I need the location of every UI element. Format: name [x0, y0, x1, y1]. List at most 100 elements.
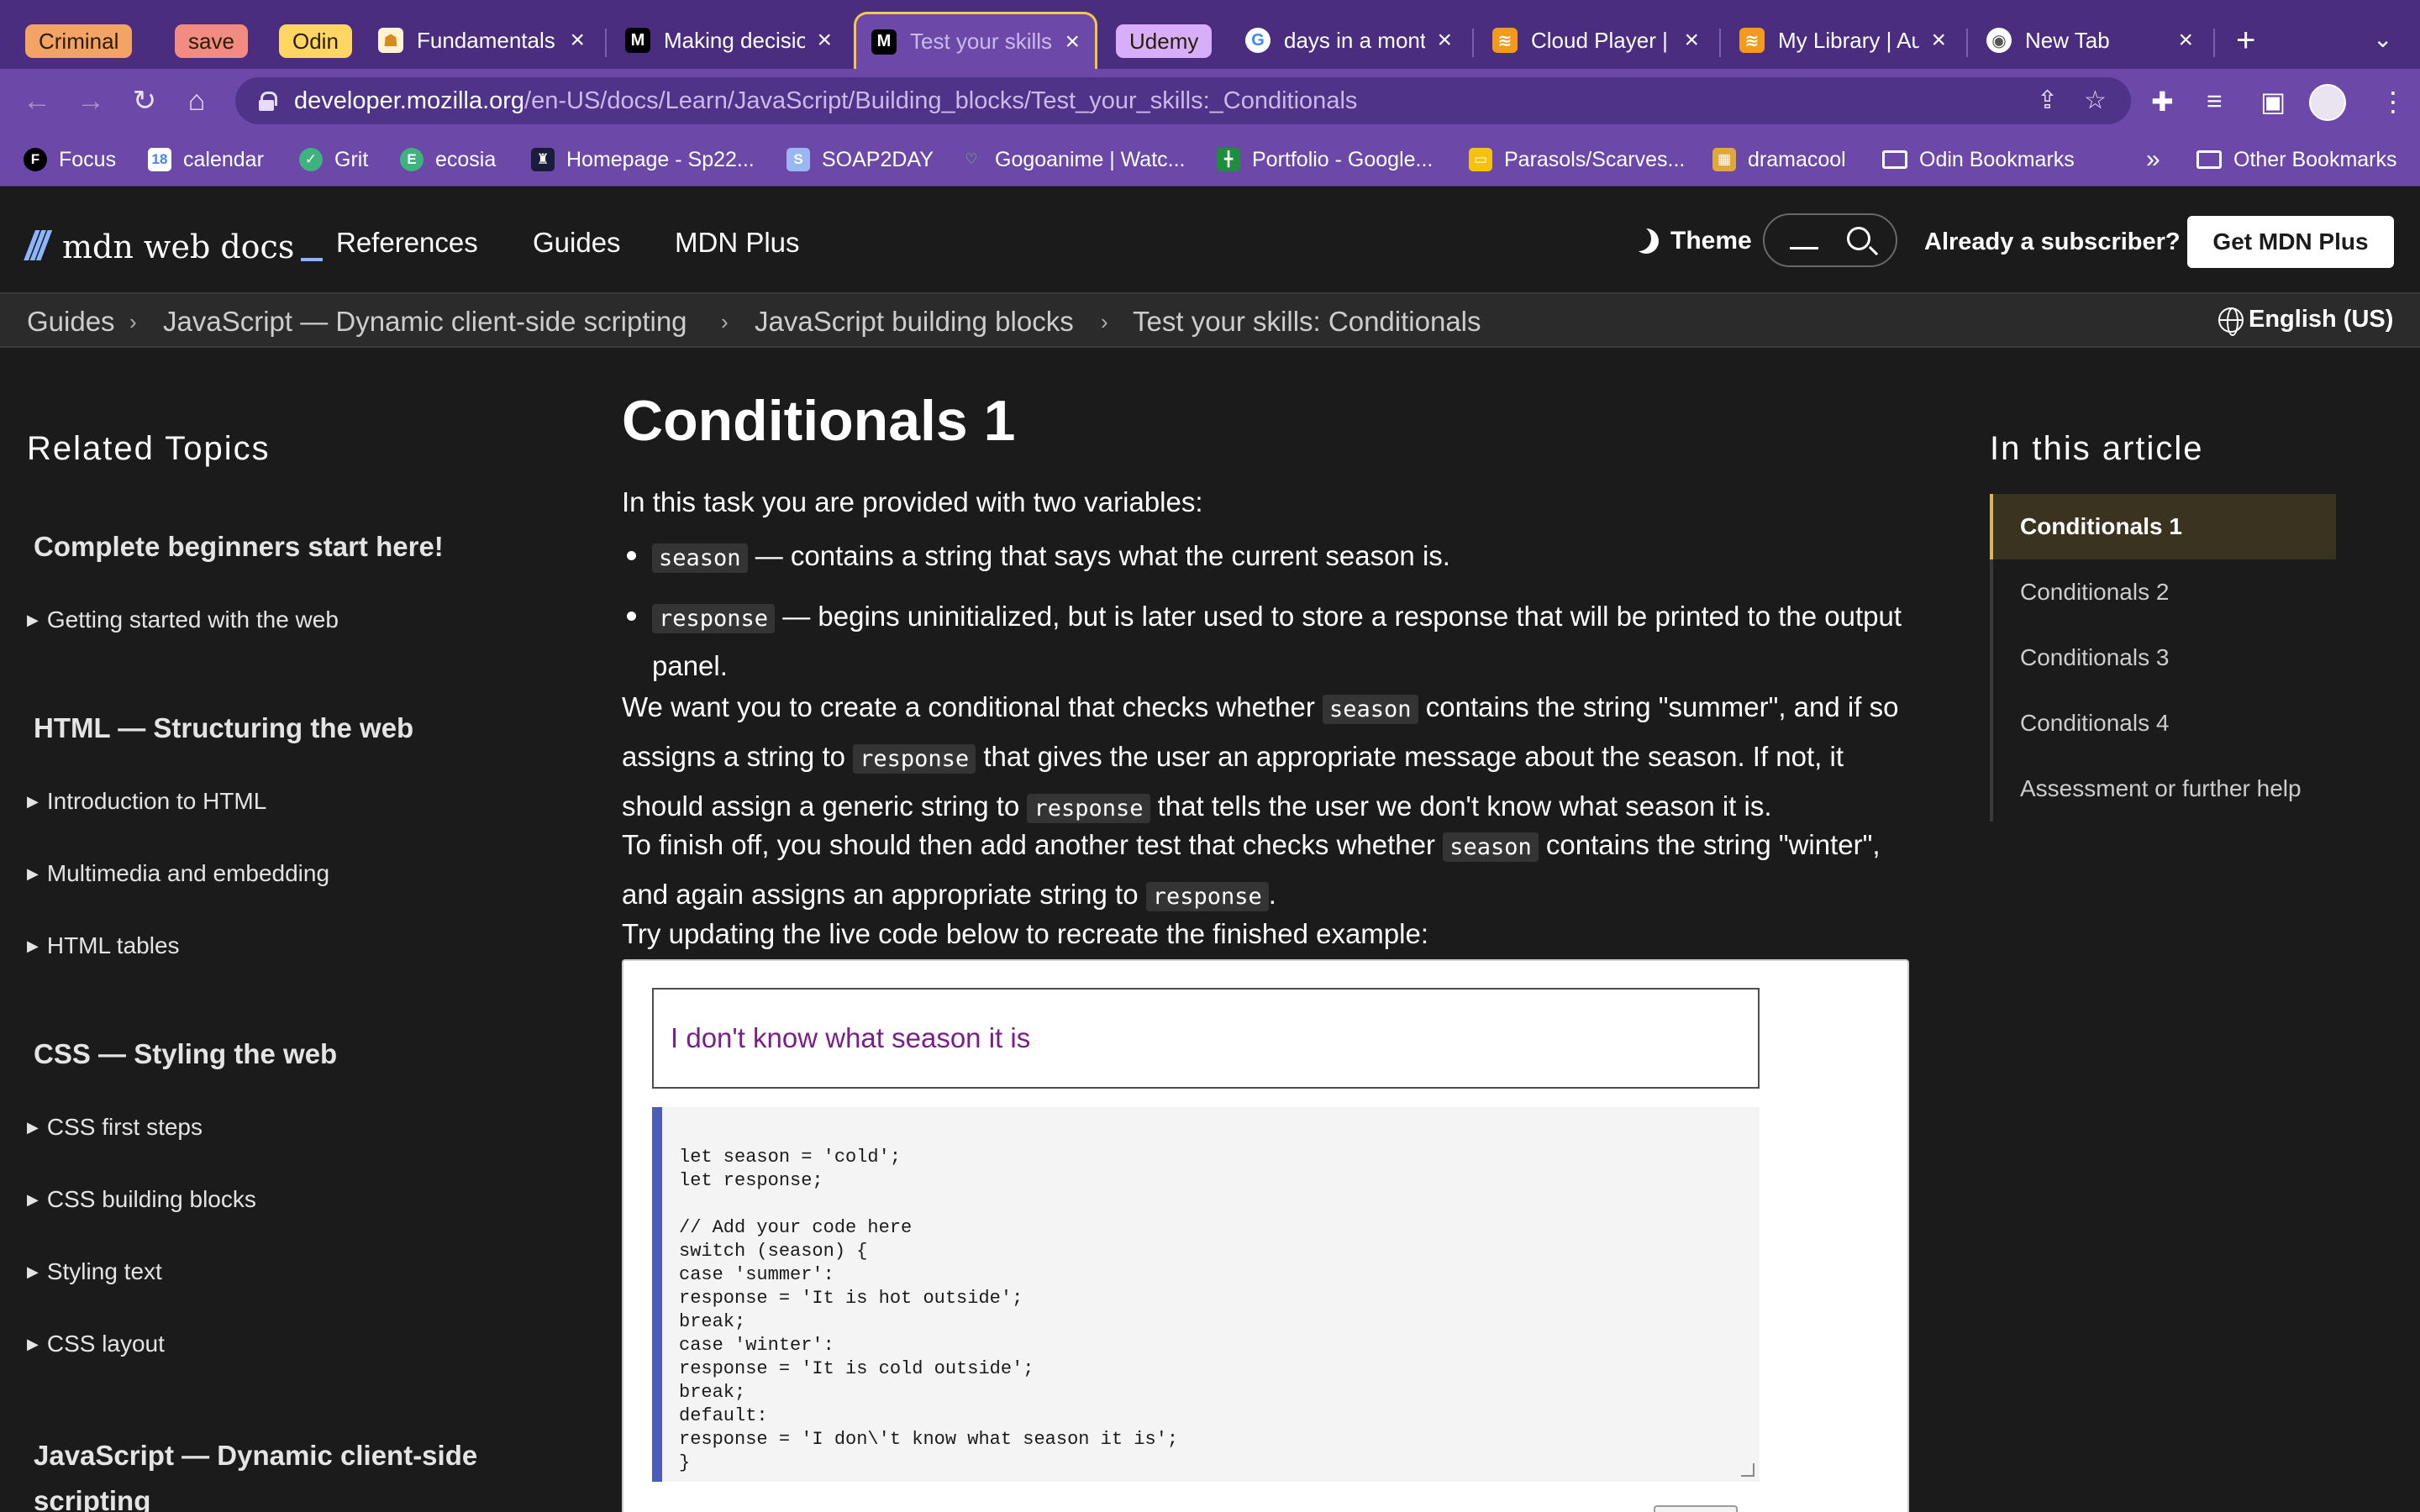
code-editor[interactable]: let season = 'cold'; let response; // Ad…: [652, 1107, 1760, 1482]
bookmark-gogoanime[interactable]: ♡ Gogoanime | Watc...: [960, 144, 1185, 175]
ecosia-icon: E: [400, 148, 424, 171]
tab-new-tab[interactable]: ◉ New Tab ×: [1971, 12, 2208, 69]
extensions-puzzle-icon[interactable]: ✚: [2151, 86, 2174, 118]
chevron-right-icon: ›: [721, 309, 729, 334]
inline-code: response: [1027, 794, 1150, 823]
bookmark-ecosia[interactable]: Eecosia: [400, 144, 496, 175]
nav-mdn-plus[interactable]: MDN Plus: [675, 227, 800, 259]
side-panel-icon[interactable]: ▣: [2260, 86, 2286, 118]
tab-group-criminal[interactable]: Criminal: [25, 24, 133, 58]
chevron-right-icon: ›: [1101, 309, 1108, 334]
reset-button[interactable]: [1654, 1505, 1738, 1512]
tab-my-library[interactable]: ≋ My Library | Au ×: [1724, 12, 1961, 69]
breadcrumb-guides[interactable]: Guides: [27, 306, 115, 338]
toc-item-conditionals-4[interactable]: Conditionals 4: [1993, 690, 2336, 756]
sidebar-item-label: Multimedia and embedding: [46, 860, 330, 886]
folder-icon: [1882, 150, 1907, 169]
breadcrumb-building-blocks[interactable]: JavaScript building blocks: [755, 306, 1074, 338]
sidebar-item[interactable]: ▶ CSS building blocks: [27, 1186, 256, 1213]
code-textarea[interactable]: let season = 'cold'; let response; // Ad…: [679, 1146, 1743, 1475]
google-icon: G: [1245, 28, 1270, 53]
breadcrumb-current[interactable]: Test your skills: Conditionals: [1133, 306, 1481, 338]
site-search[interactable]: [1763, 213, 1897, 267]
task-paragraph-2: To finish off, you should then add anoth…: [622, 822, 1916, 921]
tab-fundamentals[interactable]: ☗ Fundamentals ×: [363, 12, 600, 69]
sidebar-item[interactable]: ▶ CSS layout: [27, 1331, 165, 1357]
close-icon[interactable]: ×: [570, 26, 585, 55]
language-switcher[interactable]: English (US): [2218, 306, 2393, 336]
toc-item-conditionals-3[interactable]: Conditionals 3: [1993, 625, 2336, 690]
bookmark-calendar[interactable]: 18 calendar: [148, 144, 264, 175]
bookmark-folder-odin[interactable]: Odin Bookmarks: [1882, 144, 2075, 175]
address-bar[interactable]: developer.mozilla.org/en-US/docs/Learn/J…: [235, 77, 2131, 124]
tab-group-udemy[interactable]: Udemy: [1116, 24, 1213, 58]
tab-making-decisions[interactable]: M Making decisio ×: [610, 12, 847, 69]
sidebar-item-label: Styling text: [46, 1258, 162, 1284]
audible-icon: ≋: [1739, 28, 1765, 53]
tab-search-chevron-icon[interactable]: ⌄: [2373, 25, 2392, 53]
other-bookmarks[interactable]: Other Bookmarks: [2196, 144, 2397, 175]
back-arrow-icon[interactable]: ←: [18, 82, 55, 119]
close-icon[interactable]: ×: [1065, 28, 1080, 56]
bookmark-homepage[interactable]: ♜ Homepage - Sp22...: [531, 144, 755, 175]
close-icon[interactable]: ×: [1684, 26, 1699, 55]
text-run: To finish off, you should then add anoth…: [622, 829, 1444, 860]
tab-group-odin[interactable]: Odin: [279, 24, 352, 58]
tab-test-your-skills[interactable]: M Test your skills ×: [854, 12, 1097, 69]
bookmark-parasols[interactable]: ▭ Parasols/Scarves...: [1469, 144, 1685, 175]
sidebar-section-heading[interactable]: CSS — Styling the web: [34, 1032, 337, 1077]
toc-item-conditionals-2[interactable]: Conditionals 2: [1993, 559, 2336, 625]
bookmark-star-icon[interactable]: ☆: [2084, 86, 2107, 115]
gogoanime-icon: ♡: [965, 151, 978, 167]
bookmarks-overflow-chevron[interactable]: »: [2146, 144, 2160, 175]
resize-handle-icon[interactable]: [1741, 1463, 1754, 1477]
profile-avatar[interactable]: [2309, 84, 2346, 121]
home-icon[interactable]: ⌂: [178, 82, 215, 119]
close-icon[interactable]: ×: [817, 26, 832, 55]
sidebar-section-heading[interactable]: Complete beginners start here!: [34, 524, 444, 570]
theme-switcher[interactable]: Theme: [1634, 227, 1752, 255]
sidebar-item[interactable]: ▶ Introduction to HTML: [27, 788, 266, 815]
media-queue-icon[interactable]: ≡: [2207, 86, 2223, 117]
text-run: .: [1268, 879, 1276, 910]
nav-guides[interactable]: Guides: [533, 227, 621, 259]
forward-arrow-icon[interactable]: →: [72, 82, 109, 119]
breadcrumb-javascript[interactable]: JavaScript — Dynamic client-side scripti…: [163, 306, 687, 338]
sidebar-item[interactable]: ▶ Multimedia and embedding: [27, 860, 329, 887]
bookmark-soap2day[interactable]: S SOAP2DAY: [786, 144, 934, 175]
table-of-contents: Conditionals 1 Conditionals 2 Conditiona…: [1990, 494, 2336, 822]
tab-title: Fundamentals: [417, 27, 555, 53]
toc-item-conditionals-1[interactable]: Conditionals 1: [1990, 494, 2336, 559]
sidebar-section-heading[interactable]: JavaScript — Dynamic client-side scripti…: [34, 1433, 538, 1512]
bookmark-focus[interactable]: F Focus: [24, 144, 116, 175]
nav-references[interactable]: References: [336, 227, 478, 259]
lock-icon[interactable]: [259, 92, 277, 111]
search-icon[interactable]: [1847, 227, 1870, 250]
close-icon[interactable]: ×: [1437, 26, 1452, 55]
bookmark-label: Parasols/Scarves...: [1504, 147, 1686, 171]
close-icon[interactable]: ×: [2178, 26, 2193, 55]
disclosure-triangle-icon: ▶: [27, 611, 39, 628]
toc-item-assessment[interactable]: Assessment or further help: [1993, 756, 2336, 822]
related-topics-sidebar: Related Topics Complete beginners start …: [0, 349, 588, 1512]
new-tab-plus-icon[interactable]: +: [2236, 22, 2255, 60]
sidebar-item[interactable]: ▶ Styling text: [27, 1258, 162, 1285]
kebab-menu-icon[interactable]: ⋮: [2380, 86, 2407, 118]
bookmark-portfolio[interactable]: ╋ Portfolio - Google...: [1217, 144, 1433, 175]
close-icon[interactable]: ×: [1931, 26, 1946, 55]
tab-cloud-player[interactable]: ≋ Cloud Player | A ×: [1477, 12, 1714, 69]
bookmark-grit[interactable]: ✓ Grit: [299, 144, 368, 175]
get-mdn-plus-button[interactable]: Get MDN Plus: [2187, 216, 2394, 268]
mdn-m-icon: ///: [25, 224, 49, 269]
bookmark-dramacool[interactable]: ▦ dramacool: [1712, 144, 1846, 175]
sidebar-section-heading[interactable]: HTML — Structuring the web: [34, 706, 413, 751]
mdn-logo[interactable]: /// mdn web docs: [25, 223, 324, 270]
tab-days-in-a-month[interactable]: G days in a mont ×: [1230, 12, 1467, 69]
tab-group-save[interactable]: save: [175, 24, 248, 58]
sidebar-item[interactable]: ▶ HTML tables: [27, 932, 180, 959]
share-icon[interactable]: ⇪: [2037, 86, 2058, 115]
login-link[interactable]: Already a subscriber?: [1924, 228, 2181, 256]
sidebar-item[interactable]: ▶ CSS first steps: [27, 1114, 203, 1141]
sidebar-item[interactable]: ▶ Getting started with the web: [27, 606, 339, 633]
reload-icon[interactable]: ↻: [126, 82, 163, 119]
